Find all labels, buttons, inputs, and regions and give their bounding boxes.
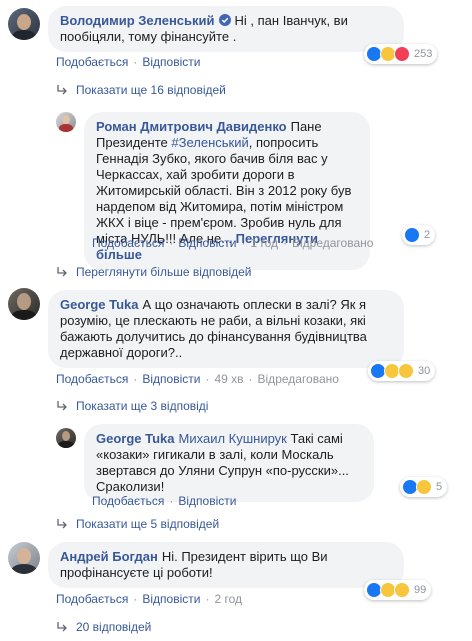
reactions-summary[interactable]: 2 — [402, 225, 436, 245]
comment-author[interactable]: Роман Дмитрович Давиденко — [96, 119, 287, 134]
like-button[interactable]: Подобається — [92, 236, 164, 250]
sad-icon — [398, 363, 414, 379]
comment-text: , попросить Геннадія Зубко, якого бачив … — [96, 135, 352, 246]
show-more-replies-label: Показати ще 16 відповідей — [76, 83, 226, 97]
comment-bubble: Володимир Зеленський Ні , пан Іванчук, ви… — [48, 6, 404, 52]
show-more-replies[interactable]: Показати ще 3 відповіді — [56, 398, 208, 414]
comment-actions: Подобається · Відповісти · 2 год — [56, 592, 242, 606]
comment-author[interactable]: George Tuka — [96, 431, 175, 446]
reply-arrow-icon — [57, 267, 67, 277]
show-replies-label: 20 відповідей — [76, 620, 152, 634]
reply-button[interactable]: Відповісти — [142, 592, 200, 606]
reply-button[interactable]: Відповісти — [178, 236, 236, 250]
wow-icon — [394, 582, 410, 598]
reply-arrow-icon — [57, 401, 67, 411]
show-more-replies-label: Показати ще 3 відповіді — [76, 399, 209, 413]
comment-actions: Подобається · Відповісти — [56, 55, 201, 69]
comment-actions: Подобається · Відповісти · 49 хв · Відредагова… — [56, 372, 339, 386]
reply-arrow-icon — [57, 85, 67, 95]
reactions-summary[interactable]: 30 — [368, 361, 436, 381]
comment-actions: Подобається · Відповісти — [92, 494, 237, 508]
edited-label[interactable]: Відредаговано — [292, 236, 373, 250]
reply-button[interactable]: Відповісти — [178, 494, 236, 508]
comment-bubble: George Tuka Михаил Кушнирук Такі самі «ко… — [84, 424, 374, 502]
edited-label[interactable]: Відредаговано — [258, 372, 339, 386]
see-more-replies[interactable]: Переглянути більше відповідей — [56, 264, 251, 280]
avatar-andrey-bogdan[interactable] — [8, 542, 40, 574]
avatar-george-tuka[interactable] — [8, 288, 40, 320]
reaction-count: 2 — [424, 229, 431, 241]
reactions-summary[interactable]: 5 — [400, 477, 448, 497]
see-more-replies-label: Переглянути більше відповідей — [76, 265, 252, 279]
reaction-count: 30 — [418, 365, 431, 377]
mention-link[interactable]: Михаил Кушнирук — [179, 431, 287, 446]
avatar-zelensky[interactable] — [8, 8, 40, 40]
reply-arrow-icon — [57, 519, 67, 529]
comment-author[interactable]: Андрей Богдан — [60, 549, 158, 564]
haha-icon — [416, 479, 432, 495]
reply-button[interactable]: Відповісти — [142, 372, 200, 386]
like-button[interactable]: Подобається — [56, 372, 128, 386]
show-more-replies[interactable]: Показати ще 5 відповідей — [56, 516, 219, 532]
show-more-replies[interactable]: Показати ще 16 відповідей — [56, 82, 226, 98]
love-icon — [394, 46, 410, 62]
reactions-summary[interactable]: 99 — [364, 580, 432, 600]
reaction-count: 253 — [414, 48, 433, 60]
comment-bubble: Андрей Богдан Ні. Президент вірить що Ви … — [48, 542, 404, 588]
reply-arrow-icon — [57, 622, 67, 632]
reaction-count: 99 — [414, 584, 427, 596]
reactions-summary[interactable]: 253 — [364, 44, 438, 64]
hashtag-link[interactable]: #Зеленський — [171, 135, 248, 150]
reply-button[interactable]: Відповісти — [142, 55, 200, 69]
avatar-davydenko[interactable] — [56, 112, 76, 132]
comment-bubble: George Tuka А що означають оплески в залі… — [48, 290, 404, 368]
like-button[interactable]: Подобається — [92, 494, 164, 508]
like-button[interactable]: Подобається — [56, 592, 128, 606]
show-more-replies-label: Показати ще 5 відповідей — [76, 517, 220, 531]
reaction-count: 5 — [436, 481, 443, 493]
comment-actions: Подобається · Відповісти · 1 год · Відредагова… — [92, 236, 374, 250]
verified-badge-icon — [218, 14, 231, 26]
timestamp[interactable]: 49 хв — [214, 372, 243, 386]
avatar-george-tuka[interactable] — [56, 428, 76, 448]
timestamp[interactable]: 2 год — [214, 592, 242, 606]
like-button[interactable]: Подобається — [56, 55, 128, 69]
comment-author[interactable]: George Tuka — [60, 297, 139, 312]
comment-author[interactable]: Володимир Зеленський — [60, 13, 215, 28]
like-icon — [404, 227, 420, 243]
timestamp[interactable]: 1 год — [250, 236, 278, 250]
show-replies[interactable]: 20 відповідей — [56, 619, 151, 635]
